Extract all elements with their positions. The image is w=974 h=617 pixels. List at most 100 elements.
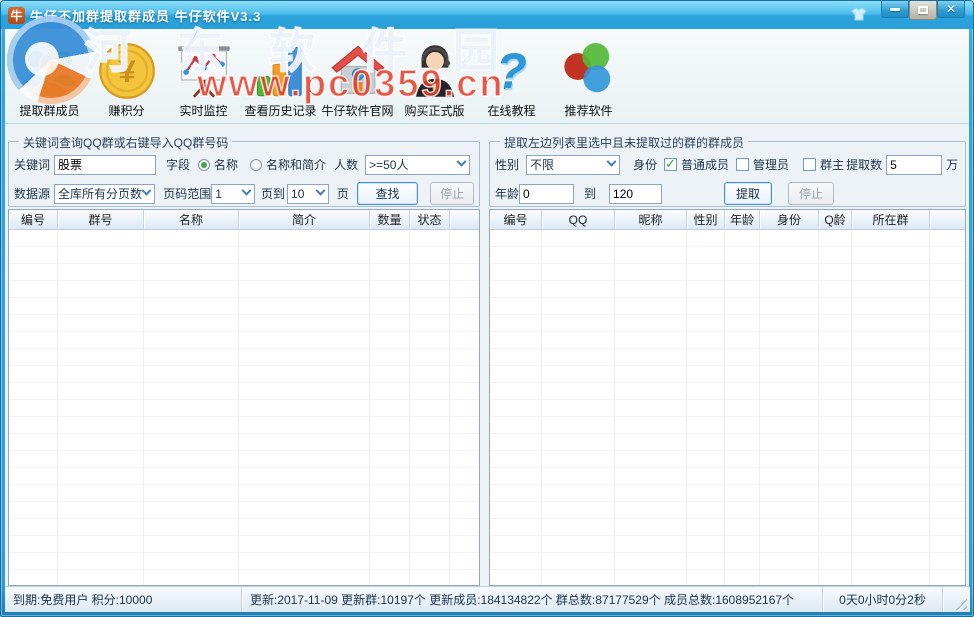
- radio-name-label: 名称: [214, 156, 238, 173]
- age-from-input[interactable]: 0: [519, 184, 574, 204]
- status-account-info: 到期:免费用户 积分:10000: [5, 587, 242, 612]
- extract-group-title: 提取左边列表里选中且未提取过的群的群成员: [500, 134, 748, 151]
- column-header[interactable]: 性别: [687, 210, 725, 229]
- age-to-input[interactable]: 120: [609, 184, 662, 204]
- title-bar[interactable]: 牛 牛仔不加群提取群成员 牛仔软件V3.3 ✕: [1, 1, 973, 29]
- extract-count-unit: 万: [946, 156, 958, 173]
- member-checkbox-label: 普通成员: [681, 156, 729, 173]
- search-group-title: 关键词查询QQ群或右键导入QQ群号码: [19, 134, 232, 151]
- member-list-table: 编号 QQ 昵称 性别 年龄 身份 Q龄 所在群: [489, 209, 966, 586]
- toolbar-button-online-tutorial[interactable]: ? 在线教程: [473, 33, 550, 121]
- identity-label: 身份: [633, 156, 657, 173]
- toolbar-button-earn-points[interactable]: ¥ 赚积分: [88, 33, 165, 121]
- group-table-header: 编号 群号 名称 简介 数量 状态: [9, 210, 479, 230]
- column-header[interactable]: 所在群: [852, 210, 930, 229]
- window-content: 提取群成员 ¥ 赚积分: [5, 29, 969, 612]
- column-header[interactable]: 简介: [239, 210, 370, 229]
- keyword-input[interactable]: 股票: [54, 155, 156, 175]
- toolbar-label: 在线教程: [487, 102, 535, 121]
- page-from-select[interactable]: 1: [211, 184, 255, 204]
- toolbar-button-recommend-software[interactable]: 推荐软件: [550, 33, 627, 121]
- member-checkbox[interactable]: ✓: [664, 158, 677, 171]
- minimize-icon: [890, 8, 900, 11]
- circles-icon: [561, 40, 617, 102]
- column-header[interactable]: 编号: [9, 210, 58, 229]
- column-header[interactable]: 群号: [58, 210, 144, 229]
- gender-label: 性别: [495, 156, 519, 173]
- page-to-label: 页到: [261, 185, 285, 202]
- toolbar-label: 赚积分: [108, 102, 144, 121]
- field-label: 字段: [166, 156, 190, 173]
- monitor-chart-icon: [176, 40, 232, 102]
- chevron-down-icon: [457, 157, 467, 167]
- toolbar-button-buy-full-version[interactable]: 购买正式版: [396, 33, 473, 121]
- window-title: 牛仔不加群提取群成员 牛仔软件V3.3: [30, 6, 261, 25]
- resize-grip[interactable]: [955, 598, 967, 610]
- group-members-icon: [22, 40, 78, 102]
- age-to-label: 到: [584, 185, 596, 202]
- group-list-table: 编号 群号 名称 简介 数量 状态: [8, 209, 480, 586]
- toolbar-button-view-history[interactable]: 查看历史记录: [242, 33, 319, 121]
- bar-chart-icon: [253, 40, 309, 102]
- admin-checkbox-label: 管理员: [753, 156, 789, 173]
- chevron-down-icon: [315, 186, 325, 196]
- radio-name-and-intro[interactable]: [250, 159, 262, 171]
- column-header[interactable]: QQ: [542, 210, 615, 229]
- app-logo-icon: 牛: [8, 7, 25, 24]
- question-mark-icon: ?: [496, 40, 527, 102]
- toolbar-button-extract-members[interactable]: 提取群成员: [11, 33, 88, 121]
- radio-name[interactable]: [198, 159, 210, 171]
- page-unit-label: 页: [337, 185, 349, 202]
- extract-column: 提取左边列表里选中且未提取过的群的群成员 性别 不限 身份 ✓ 普通成员 管理员…: [489, 134, 966, 586]
- check-icon: ✓: [665, 157, 676, 170]
- member-table-body[interactable]: [490, 230, 965, 585]
- svg-text:¥: ¥: [118, 54, 136, 89]
- extract-count-input[interactable]: 5: [886, 155, 942, 175]
- extract-button[interactable]: 提取: [724, 182, 772, 205]
- status-elapsed-time: 0天0小时0分2秒: [823, 587, 943, 612]
- extract-groupbox: 提取左边列表里选中且未提取过的群的群成员 性别 不限 身份 ✓ 普通成员 管理员…: [489, 141, 966, 207]
- radio-name-and-intro-label: 名称和简介: [266, 156, 326, 173]
- minimize-button[interactable]: [881, 1, 909, 18]
- toolbar-label: 购买正式版: [404, 102, 464, 121]
- column-header[interactable]: 数量: [370, 210, 410, 229]
- column-header[interactable]: 名称: [144, 210, 239, 229]
- toolbar-label: 牛仔软件官网: [321, 102, 393, 121]
- search-button[interactable]: 查找: [357, 182, 419, 205]
- toolbar-label: 查看历史记录: [244, 102, 316, 121]
- column-header[interactable]: 状态: [410, 210, 450, 229]
- count-label: 人数: [334, 156, 358, 173]
- toolbar: 提取群成员 ¥ 赚积分: [5, 29, 969, 124]
- toolbar-label: 推荐软件: [564, 102, 612, 121]
- column-header[interactable]: 年龄: [725, 210, 760, 229]
- app-window: 牛 牛仔不加群提取群成员 牛仔软件V3.3 ✕: [0, 0, 974, 617]
- skin-button[interactable]: [849, 4, 869, 24]
- page-to-select[interactable]: 10: [287, 184, 329, 204]
- column-header[interactable]: Q龄: [819, 210, 852, 229]
- maximize-button[interactable]: [909, 1, 937, 20]
- extract-stop-button[interactable]: 停止: [788, 182, 834, 205]
- owner-checkbox[interactable]: [803, 158, 816, 171]
- column-header[interactable]: 身份: [760, 210, 819, 229]
- column-header[interactable]: 编号: [490, 210, 542, 229]
- datasource-label: 数据源: [14, 185, 50, 202]
- close-button[interactable]: ✕: [937, 1, 965, 18]
- datasource-select[interactable]: 全库所有分页数: [54, 184, 155, 204]
- gender-select[interactable]: 不限: [526, 155, 620, 175]
- coin-icon: ¥: [98, 40, 156, 102]
- member-table-header: 编号 QQ 昵称 性别 年龄 身份 Q龄 所在群: [490, 210, 965, 230]
- toolbar-button-realtime-monitor[interactable]: 实时监控: [165, 33, 242, 121]
- column-header[interactable]: 昵称: [615, 210, 687, 229]
- toolbar-label: 提取群成员: [19, 102, 79, 121]
- chevron-down-icon: [607, 157, 617, 167]
- owner-checkbox-label: 群主: [820, 156, 844, 173]
- toolbar-button-official-site[interactable]: 牛仔软件官网: [319, 33, 396, 121]
- admin-checkbox[interactable]: [736, 158, 749, 171]
- extract-count-label: 提取数: [846, 156, 882, 173]
- group-table-body[interactable]: [9, 230, 479, 585]
- customer-service-icon: [407, 40, 463, 102]
- status-update-info: 更新:2017-11-09 更新群:10197个 更新成员:184134822个…: [242, 587, 823, 612]
- toolbar-label: 实时监控: [179, 102, 227, 121]
- search-stop-button[interactable]: 停止: [430, 182, 474, 205]
- member-count-select[interactable]: >=50人: [365, 155, 470, 175]
